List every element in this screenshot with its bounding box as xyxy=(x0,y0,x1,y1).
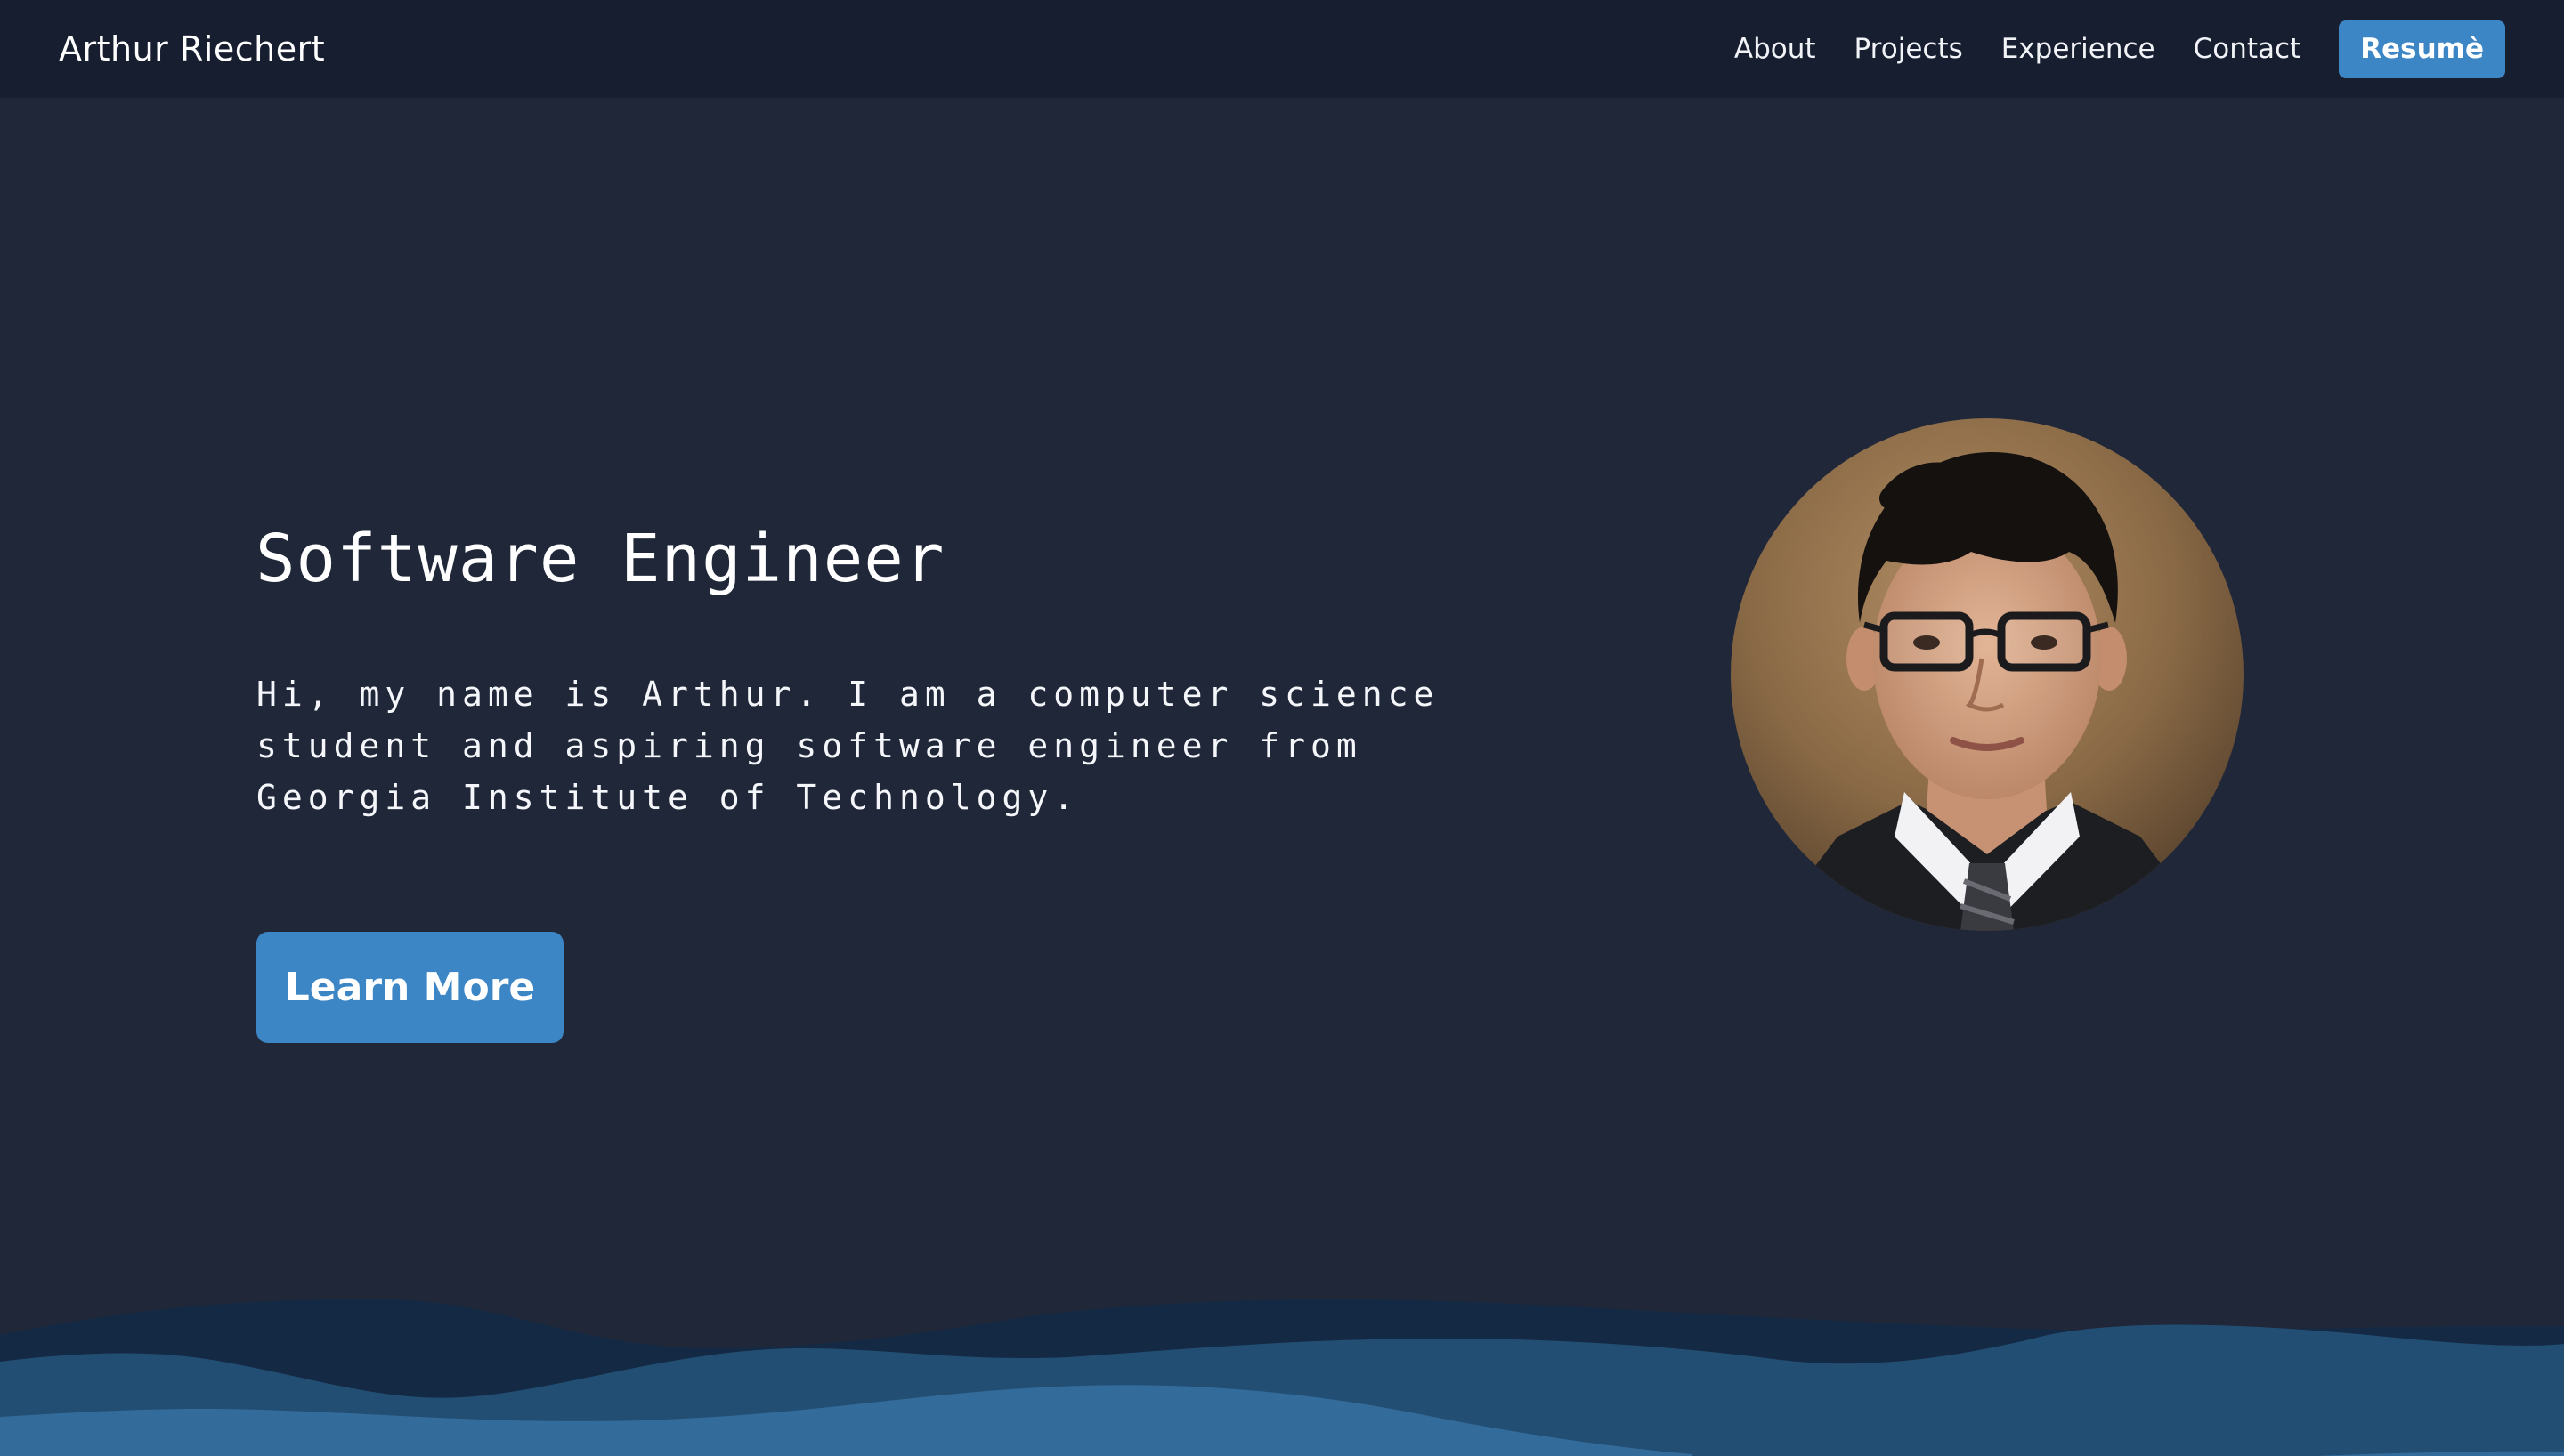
brand-name[interactable]: Arthur Riechert xyxy=(59,29,325,69)
resume-button[interactable]: Resumè xyxy=(2339,20,2505,78)
page: Arthur Riechert About Projects Experienc… xyxy=(0,0,2564,1456)
navbar: Arthur Riechert About Projects Experienc… xyxy=(0,0,2564,98)
nav-link-projects[interactable]: Projects xyxy=(1854,33,1963,65)
hero-description: Hi, my name is Arthur. I am a computer s… xyxy=(256,675,1440,817)
wave-decoration xyxy=(0,1299,2564,1456)
nav-link-experience[interactable]: Experience xyxy=(2001,33,2155,65)
nav-links: About Projects Experience Contact Resumè xyxy=(1734,20,2505,78)
nav-link-contact[interactable]: Contact xyxy=(2194,33,2301,65)
learn-more-button[interactable]: Learn More xyxy=(256,932,564,1043)
hero-title: Software Engineer xyxy=(256,521,945,597)
nav-link-about[interactable]: About xyxy=(1734,33,1816,65)
profile-photo xyxy=(1731,418,2244,931)
